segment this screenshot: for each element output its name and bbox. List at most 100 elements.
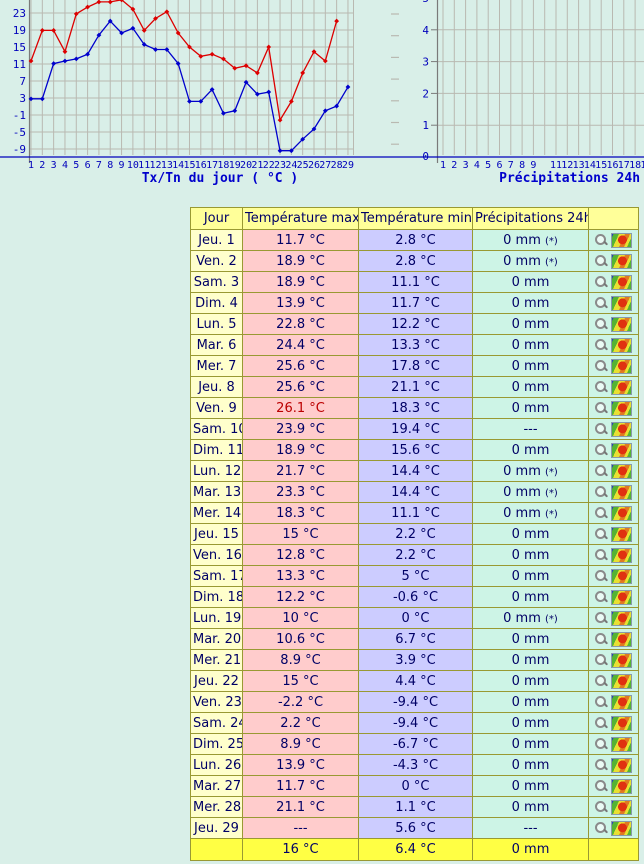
tmax-cell: ---: [243, 818, 359, 839]
zoom-day-icon[interactable]: [595, 633, 608, 646]
zoom-day-icon[interactable]: [595, 759, 608, 772]
precip-ytick-label: 3: [422, 56, 429, 69]
zoom-day-icon[interactable]: [595, 780, 608, 793]
map-thumbnail-icon[interactable]: [611, 527, 632, 542]
summary-row: 16 °C6.4 °C0 mm: [191, 839, 639, 861]
icons-cell: [589, 419, 639, 440]
table-row: Dim. 1812.2 °C-0.6 °C0 mm: [191, 587, 639, 608]
zoom-day-icon[interactable]: [595, 822, 608, 835]
map-thumbnail-icon[interactable]: [611, 296, 632, 311]
map-thumbnail-icon[interactable]: [611, 779, 632, 794]
header-icons: [589, 208, 639, 230]
zoom-day-icon[interactable]: [595, 738, 608, 751]
zoom-day-icon[interactable]: [595, 276, 608, 289]
precip-cell: 0 mm: [473, 755, 589, 776]
zoom-day-icon[interactable]: [595, 528, 608, 541]
zoom-day-icon[interactable]: [595, 297, 608, 310]
map-thumbnail-icon[interactable]: [611, 317, 632, 332]
zoom-day-icon[interactable]: [595, 549, 608, 562]
tmax-point: [108, 0, 113, 4]
zoom-day-icon[interactable]: [595, 402, 608, 415]
map-thumbnail-icon[interactable]: [611, 674, 632, 689]
day-cell: Ven. 16: [191, 545, 243, 566]
icons-cell: [589, 272, 639, 293]
map-thumbnail-icon[interactable]: [611, 695, 632, 710]
day-cell: Mar. 13: [191, 482, 243, 503]
tmin-cell: 11.7 °C: [359, 293, 473, 314]
zoom-day-icon[interactable]: [595, 717, 608, 730]
map-thumbnail-icon[interactable]: [611, 716, 632, 731]
zoom-day-icon[interactable]: [595, 696, 608, 709]
zoom-day-icon[interactable]: [595, 318, 608, 331]
map-thumbnail-icon[interactable]: [611, 548, 632, 563]
precip-xtick-label: 11: [550, 160, 562, 171]
zoom-day-icon[interactable]: [595, 507, 608, 520]
zoom-day-icon[interactable]: [595, 360, 608, 373]
map-thumbnail-icon[interactable]: [611, 800, 632, 815]
temp-xtick-label: 23: [274, 160, 286, 171]
temp-xtick-label: 6: [85, 160, 91, 171]
zoom-day-icon[interactable]: [595, 423, 608, 436]
map-thumbnail-icon[interactable]: [611, 569, 632, 584]
tmin-cell: -9.4 °C: [359, 713, 473, 734]
map-thumbnail-icon[interactable]: [611, 758, 632, 773]
charts-section: 2319151173-1-5-9012345123456789101112131…: [0, 0, 644, 190]
temp-xtick-label: 12: [149, 160, 161, 171]
precip-cell: ---: [473, 818, 589, 839]
map-thumbnail-icon[interactable]: [611, 422, 632, 437]
zoom-day-icon[interactable]: [595, 339, 608, 352]
map-thumbnail-icon[interactable]: [611, 464, 632, 479]
zoom-day-icon[interactable]: [595, 255, 608, 268]
precip-xtick-label: 19: [640, 160, 644, 171]
row-icons: [595, 422, 632, 437]
map-thumbnail-icon[interactable]: [611, 485, 632, 500]
row-icons: [595, 800, 632, 815]
temp-xtick-label: 7: [96, 160, 102, 171]
map-thumbnail-icon[interactable]: [611, 401, 632, 416]
precip-cell: 0 mm: [473, 335, 589, 356]
map-thumbnail-icon[interactable]: [611, 380, 632, 395]
map-thumbnail-icon[interactable]: [611, 632, 632, 647]
map-thumbnail-icon[interactable]: [611, 275, 632, 290]
map-thumbnail-icon[interactable]: [611, 338, 632, 353]
map-thumbnail-icon[interactable]: [611, 233, 632, 248]
map-thumbnail-icon[interactable]: [611, 611, 632, 626]
zoom-day-icon[interactable]: [595, 234, 608, 247]
tmax-cell: 22.8 °C: [243, 314, 359, 335]
map-thumbnail-icon[interactable]: [611, 443, 632, 458]
zoom-day-icon[interactable]: [595, 465, 608, 478]
day-cell: Mer. 7: [191, 356, 243, 377]
zoom-day-icon[interactable]: [595, 381, 608, 394]
map-thumbnail-icon[interactable]: [611, 359, 632, 374]
icons-cell: [589, 524, 639, 545]
zoom-day-icon[interactable]: [595, 591, 608, 604]
icons-cell: [589, 230, 639, 251]
table-row: Jeu. 2215 °C4.4 °C0 mm: [191, 671, 639, 692]
map-thumbnail-icon[interactable]: [611, 254, 632, 269]
map-thumbnail-icon[interactable]: [611, 821, 632, 836]
map-thumbnail-icon[interactable]: [611, 506, 632, 521]
zoom-day-icon[interactable]: [595, 801, 608, 814]
precip-ytick-label: 0: [422, 150, 429, 163]
zoom-day-icon[interactable]: [595, 675, 608, 688]
map-thumbnail-icon[interactable]: [611, 590, 632, 605]
row-icons: [595, 275, 632, 290]
temp-xtick-label: 8: [107, 160, 113, 171]
icons-cell: [589, 545, 639, 566]
map-thumbnail-icon[interactable]: [611, 653, 632, 668]
temp-xtick-label: 25: [297, 160, 309, 171]
icons-cell: [589, 608, 639, 629]
map-thumbnail-icon[interactable]: [611, 737, 632, 752]
zoom-day-icon[interactable]: [595, 486, 608, 499]
table-row: Jeu. 111.7 °C2.8 °C0 mm (*): [191, 230, 639, 251]
zoom-day-icon[interactable]: [595, 612, 608, 625]
tmax-cell: 26.1 °C: [243, 398, 359, 419]
precip-cell: 0 mm: [473, 272, 589, 293]
row-icons: [595, 296, 632, 311]
temp-xtick-label: 28: [331, 160, 343, 171]
row-icons: [595, 737, 632, 752]
zoom-day-icon[interactable]: [595, 654, 608, 667]
zoom-day-icon[interactable]: [595, 444, 608, 457]
zoom-day-icon[interactable]: [595, 570, 608, 583]
precip-chart-title: Précipitations 24h ( mm ): [499, 171, 644, 186]
